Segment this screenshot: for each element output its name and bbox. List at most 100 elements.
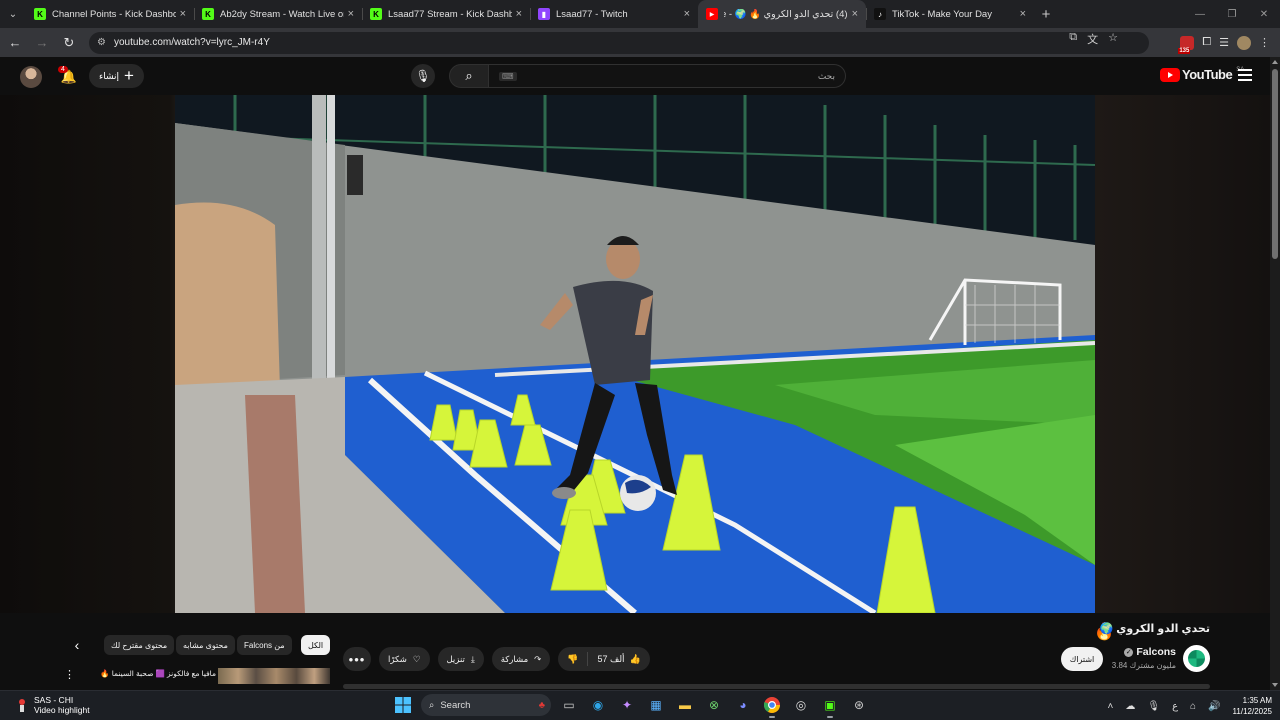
kick-app-icon[interactable]: ▣ [819,694,841,718]
record-app-icon[interactable]: ⊛ [848,694,870,716]
browser-tabstrip: ⌄ K Channel Points - Kick Dashboard × K … [0,0,1280,28]
chip-all[interactable]: الكل [301,635,331,655]
browser-tab[interactable]: ▮ Lsaad77 - Twitch × [530,0,698,28]
task-view-icon[interactable]: ▭ [558,694,580,716]
obs-icon[interactable]: ◎ [790,694,812,716]
microsoft-store-icon[interactable]: ▦ [645,694,667,716]
related-filter-chips: ‹ محتوى مقترح لك محتوى مشابه من Falcons … [0,633,335,657]
search-input[interactable]: بحث ⌨ [489,64,846,88]
search-icon: ⌕ [429,699,435,711]
falcons-logo-icon [1188,650,1205,667]
channel-name-link[interactable]: ✓ Falcons [1110,646,1176,658]
more-actions-button[interactable]: ••• [343,647,371,671]
scroll-up-arrow-icon[interactable] [1272,60,1278,64]
plus-icon: + [124,66,134,85]
browser-tab[interactable]: K Lsaad77 Stream - Kick Dashboard × [362,0,530,28]
close-tab-icon[interactable]: × [852,8,858,20]
file-explorer-icon[interactable]: ▬ [674,694,696,716]
windows-start-icon[interactable] [392,694,414,716]
search-highlight-icon: ♣ [538,699,545,711]
youtube-logo[interactable]: YouTube SA [1160,67,1244,82]
browser-tab[interactable]: ♪ TikTok - Make Your Day × [866,0,1034,28]
video-player[interactable] [175,95,1095,613]
bookmark-star-icon[interactable]: ☆ [1108,31,1118,47]
taskbar-search-box[interactable]: ⌕ Search ♣ [421,694,551,716]
copilot-icon[interactable]: ✦ [616,694,638,716]
close-window-icon[interactable]: ✕ [1248,0,1280,28]
channel-avatar[interactable] [1183,645,1210,672]
discord-icon[interactable]: ◕ [732,694,754,716]
search-button[interactable]: ⌕ [449,64,489,88]
close-tab-icon[interactable]: × [684,8,690,20]
extensions-area: 135 ⧠ ☰ ⋮ [1178,28,1280,57]
scrollbar-thumb[interactable] [1272,69,1278,259]
chevron-up-icon[interactable]: ˄ [1108,701,1114,712]
chrome-icon[interactable] [761,694,783,718]
chip-similar[interactable]: محتوى مشابه [176,635,235,655]
tab-search-chevron-icon[interactable]: ⌄ [0,0,26,28]
video-title: تحدي الدو الكروي 🌍 [1099,623,1210,635]
hamburger-menu-icon[interactable] [1238,69,1252,81]
chevron-left-icon[interactable]: ‹ [66,633,88,657]
create-button[interactable]: إنشاء + [89,64,144,88]
profile-avatar[interactable] [1237,35,1251,50]
volume-icon[interactable]: 🔊 [1208,701,1220,712]
translate-icon[interactable]: 文 [1087,31,1098,47]
address-bar[interactable]: ⚙ youtube.com/watch?v=lyrc_JM-r4Y [89,31,1149,54]
browser-tab-active[interactable]: ▶ (4) تحدي الدو الكروي 🔥 🌍 - YouTube × [698,0,866,28]
video-actions: ••• شكرًا ♡ تنزيل ⤓ مشاركة ↷ 👎 57 ألف 👍 [343,647,650,671]
reload-icon[interactable]: ↻ [57,31,81,55]
close-tab-icon[interactable]: × [516,8,522,20]
account-avatar[interactable] [20,66,42,88]
dislike-button[interactable]: 👎 [558,647,587,671]
notification-count-badge: 4 [58,66,68,73]
puzzle-extensions-icon[interactable]: ⧠ [1202,36,1211,49]
voice-search-mic-icon[interactable]: 🎙 [411,64,435,88]
back-arrow-icon[interactable]: ← [3,31,27,55]
chip-suggested-for-you[interactable]: محتوى مقترح لك [104,635,175,655]
download-icon: ⤓ [470,653,475,664]
comments-section-edge [343,684,1210,689]
input-language[interactable]: ع [1172,701,1178,712]
xbox-icon[interactable]: ⊗ [703,694,725,716]
recommended-video-thumbnail[interactable] [218,668,330,684]
youtube-masthead: 🔔4 إنشاء + 🎙 ⌕ بحث ⌨ YouTube SA [0,57,1270,95]
share-button[interactable]: مشاركة ↷ [491,647,551,671]
browser-tab[interactable]: K Ab2dy Stream - Watch Live on Kick × [194,0,362,28]
thanks-button[interactable]: شكرًا ♡ [379,647,430,671]
new-tab-button[interactable]: + [1034,0,1058,28]
browser-tab[interactable]: K Channel Points - Kick Dashboard × [26,0,194,28]
video-frame [175,95,1095,613]
recommended-video[interactable]: ⋮ مافيا مع فالكونز 🟪 صحبة السينما 🔥 [60,668,330,684]
close-tab-icon[interactable]: × [1020,8,1026,20]
network-icon[interactable]: ⌂ [1190,701,1196,712]
extension-icon[interactable]: 135 [1178,35,1195,54]
site-info-icon[interactable]: ⚙ [97,37,106,48]
forward-arrow-icon[interactable]: → [30,31,54,55]
more-vertical-icon[interactable]: ⋮ [64,668,75,681]
minimize-icon[interactable]: — [1184,0,1216,28]
page-scrollbar[interactable] [1270,57,1280,690]
cast-icon[interactable]: ⧉ [1069,31,1077,47]
chip-from-channel[interactable]: من Falcons [237,635,292,655]
close-tab-icon[interactable]: × [348,8,354,20]
onedrive-cloud-icon[interactable]: ☁ [1125,701,1135,712]
subscribe-button[interactable]: اشتراك [1061,647,1103,671]
restore-icon[interactable]: ❐ [1216,0,1248,28]
clock[interactable]: 1:35 AM 11/12/2025 [1233,695,1272,717]
microphone-icon[interactable]: 🎙 [1147,701,1160,712]
news-widget[interactable]: SAS - CHI Video highlight [16,695,90,715]
share-arrow-icon: ↷ [534,653,542,664]
notifications-bell-icon[interactable]: 🔔 4 [58,66,80,88]
reading-list-icon[interactable]: ☰ [1219,36,1229,49]
chrome-menu-icon[interactable]: ⋮ [1259,36,1270,49]
scroll-down-arrow-icon[interactable] [1272,683,1278,687]
download-button[interactable]: تنزيل ⤓ [437,647,484,671]
like-button[interactable]: 57 ألف 👍 [588,647,649,671]
close-tab-icon[interactable]: × [180,8,186,20]
youtube-play-icon [1160,67,1180,82]
keyboard-icon[interactable]: ⌨ [499,71,517,81]
like-dislike-group: 👎 57 ألف 👍 [558,647,650,671]
edge-browser-icon[interactable]: ◉ [587,694,609,716]
thanks-heart-icon: ♡ [412,653,421,664]
